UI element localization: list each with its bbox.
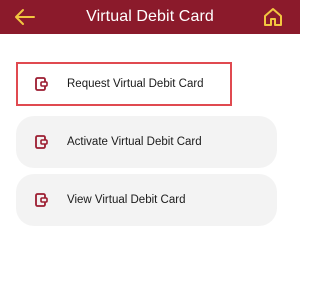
request-virtual-debit-card-item[interactable]: Request Virtual Debit Card — [16, 58, 277, 110]
activate-virtual-debit-card-item[interactable]: Activate Virtual Debit Card — [16, 116, 277, 168]
home-icon — [264, 8, 282, 26]
card-options-menu: Request Virtual Debit Card Activate Virt… — [16, 58, 277, 232]
card-icon — [34, 193, 48, 207]
menu-item-label: Activate Virtual Debit Card — [67, 136, 202, 148]
menu-item-label: View Virtual Debit Card — [67, 194, 186, 206]
home-button[interactable] — [260, 4, 286, 30]
app-header: Virtual Debit Card — [0, 0, 300, 34]
card-icon — [34, 77, 48, 91]
page-title: Virtual Debit Card — [86, 8, 214, 25]
view-virtual-debit-card-item[interactable]: View Virtual Debit Card — [16, 174, 277, 226]
card-icon — [34, 135, 48, 149]
menu-item-label: Request Virtual Debit Card — [67, 78, 204, 90]
virtual-debit-card-screen: Virtual Debit Card Request Virtual Debit… — [0, 0, 300, 297]
